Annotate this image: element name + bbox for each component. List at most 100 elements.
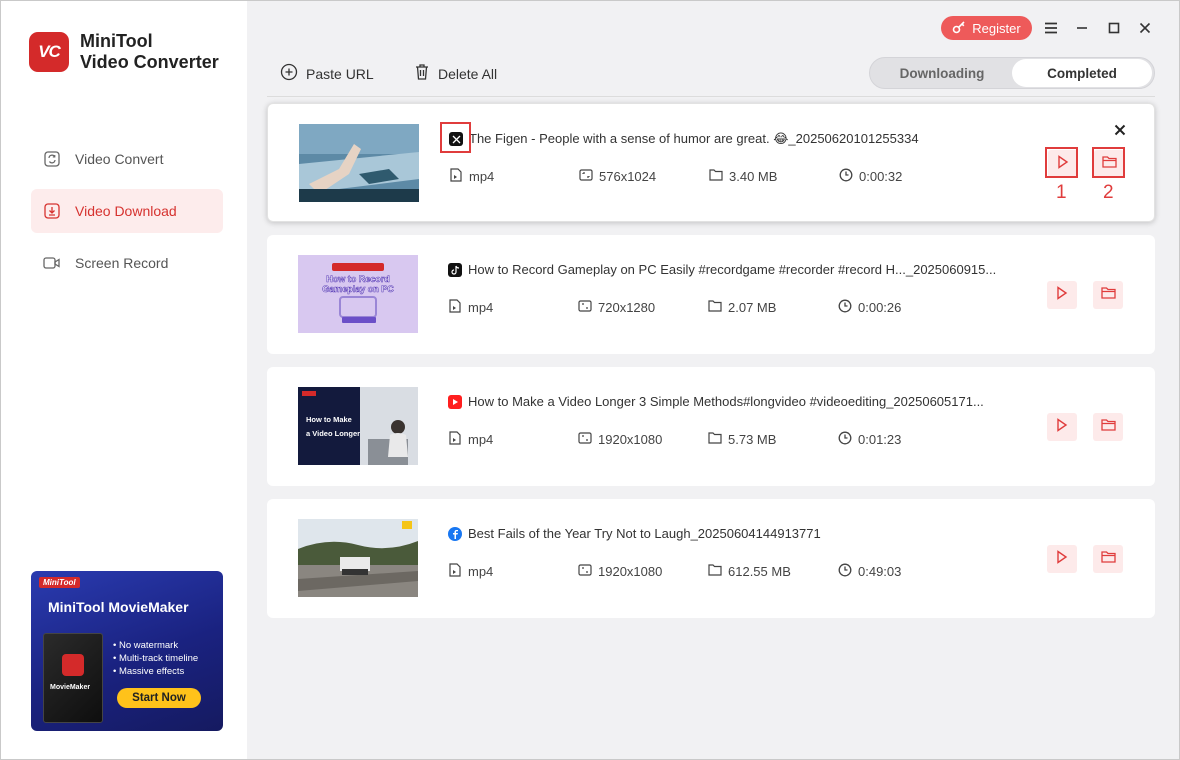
open-folder-button[interactable] — [1093, 281, 1123, 309]
paste-url-label: Paste URL — [306, 65, 374, 82]
delete-all-button[interactable]: Delete All — [414, 63, 497, 84]
sidebar: VC MiniTool Video Converter Video Conver… — [1, 1, 247, 759]
app-logo: VC MiniTool Video Converter — [29, 31, 219, 73]
video-thumbnail — [298, 519, 418, 597]
file-size: 612.55 MB — [728, 563, 791, 579]
video-thumbnail: How to Make a Video Longer — [298, 387, 418, 465]
minimize-icon[interactable] — [1072, 18, 1092, 38]
size-info: 3.40 MB — [709, 168, 777, 184]
sidebar-item-screen-record[interactable]: Screen Record — [31, 241, 223, 285]
open-folder-button[interactable] — [1093, 413, 1123, 441]
duration-info: 0:01:23 — [838, 431, 901, 448]
video-duration: 0:00:26 — [858, 300, 902, 315]
moviemaker-promo[interactable]: MiniTool MiniTool MovieMaker MovieMaker … — [31, 571, 223, 731]
duration-info: 0:00:32 — [839, 168, 902, 185]
play-button[interactable] — [1047, 545, 1077, 573]
download-status-tabs: Downloading Completed — [869, 57, 1155, 89]
file-video-icon — [449, 168, 463, 185]
thumb-text: Gameplay on PC — [322, 284, 394, 294]
folder-small-icon — [708, 299, 722, 315]
download-item[interactable]: How to Record Gameplay on PC How to Reco… — [267, 235, 1155, 354]
highlight-play-button — [1045, 147, 1078, 178]
video-duration: 0:01:23 — [858, 432, 902, 447]
size-info: 612.55 MB — [708, 563, 791, 579]
youtube-icon — [448, 394, 462, 409]
menu-icon[interactable] — [1041, 18, 1061, 38]
camera-icon — [43, 254, 61, 272]
video-thumbnail: How to Record Gameplay on PC — [298, 255, 418, 333]
sidebar-item-video-download[interactable]: Video Download — [31, 189, 223, 233]
video-title: Best Fails of the Year Try Not to Laugh_… — [468, 526, 821, 541]
video-title-row: The Figen - People with a sense of humor… — [449, 131, 919, 147]
resolution-info: 1920x1080 — [578, 431, 662, 448]
video-title-row: Best Fails of the Year Try Not to Laugh_… — [448, 526, 821, 541]
file-size: 5.73 MB — [728, 431, 777, 447]
download-item[interactable]: How to Make a Video Longer How to Make a… — [267, 367, 1155, 486]
tab-downloading[interactable]: Downloading — [872, 59, 1012, 87]
promo-feature: Multi-track timeline — [113, 652, 198, 665]
sidebar-item-video-convert[interactable]: Video Convert — [31, 137, 223, 181]
download-item[interactable]: The Figen - People with a sense of humor… — [267, 103, 1155, 222]
maximize-icon[interactable] — [1104, 18, 1124, 38]
close-window-icon[interactable] — [1135, 18, 1155, 38]
remove-item-icon[interactable] — [1114, 120, 1126, 141]
format-info: mp4 — [449, 168, 494, 185]
folder-icon — [1100, 550, 1116, 568]
file-size: 2.07 MB — [728, 299, 777, 315]
start-now-button[interactable]: Start Now — [117, 688, 201, 708]
duration-info: 0:49:03 — [838, 563, 901, 580]
tab-completed[interactable]: Completed — [1012, 59, 1152, 87]
thumb-text: How to Record — [326, 274, 390, 284]
play-button[interactable] — [1047, 281, 1077, 309]
resolution-info: 576x1024 — [579, 168, 656, 185]
size-info: 5.73 MB — [708, 431, 776, 447]
register-button[interactable]: Register — [941, 16, 1032, 40]
video-title: How to Record Gameplay on PC Easily #rec… — [468, 262, 997, 277]
logo-badge: VC — [29, 32, 69, 72]
folder-icon — [1100, 418, 1116, 436]
resolution-icon — [579, 168, 593, 185]
video-resolution: 720x1280 — [598, 300, 656, 315]
file-video-icon — [448, 299, 462, 316]
video-title: How to Make a Video Longer 3 Simple Meth… — [468, 394, 984, 409]
duration-info: 0:00:26 — [838, 299, 901, 316]
sidebar-item-label: Video Convert — [75, 151, 164, 167]
moviemaker-icon — [62, 654, 84, 676]
app-title-line2: Video Converter — [80, 52, 219, 72]
video-title-row: How to Make a Video Longer 3 Simple Meth… — [448, 394, 984, 409]
highlight-source-icon — [440, 122, 471, 153]
resolution-info: 720x1280 — [578, 299, 655, 316]
sidebar-item-label: Screen Record — [75, 255, 169, 271]
paste-url-button[interactable]: Paste URL — [280, 63, 374, 84]
open-folder-button[interactable] — [1093, 545, 1123, 573]
video-title: The Figen - People with a sense of humor… — [469, 131, 919, 146]
app-title: MiniTool Video Converter — [80, 31, 219, 73]
resolution-icon — [578, 563, 592, 580]
tiktok-icon — [448, 262, 462, 277]
video-format: mp4 — [469, 169, 495, 184]
sidebar-item-label: Video Download — [75, 203, 177, 219]
play-button[interactable] — [1047, 413, 1077, 441]
download-item[interactable]: Best Fails of the Year Try Not to Laugh_… — [267, 499, 1155, 618]
video-duration: 0:49:03 — [858, 564, 902, 579]
annotation-label-2: 2 — [1103, 182, 1114, 203]
file-video-icon — [448, 431, 462, 448]
resolution-icon — [578, 299, 592, 316]
promo-box-label: MovieMaker — [50, 684, 91, 691]
folder-icon — [1100, 286, 1116, 304]
play-icon — [1056, 549, 1068, 569]
toolbar-divider — [267, 96, 1155, 97]
thumb-text: How to Make — [306, 415, 352, 424]
clock-icon — [838, 431, 852, 448]
register-label: Register — [972, 20, 1021, 36]
folder-small-icon — [709, 168, 723, 184]
video-format: mp4 — [468, 432, 494, 447]
promo-product-box: MovieMaker — [43, 633, 103, 723]
file-video-icon — [448, 563, 462, 580]
format-info: mp4 — [448, 299, 493, 316]
trash-icon — [414, 63, 430, 84]
promo-feature: Massive effects — [113, 665, 198, 678]
app-title-line1: MiniTool — [80, 31, 153, 51]
app-window: VC MiniTool Video Converter Video Conver… — [0, 0, 1180, 760]
sidebar-nav: Video Convert Video Download Screen Reco… — [31, 137, 223, 293]
